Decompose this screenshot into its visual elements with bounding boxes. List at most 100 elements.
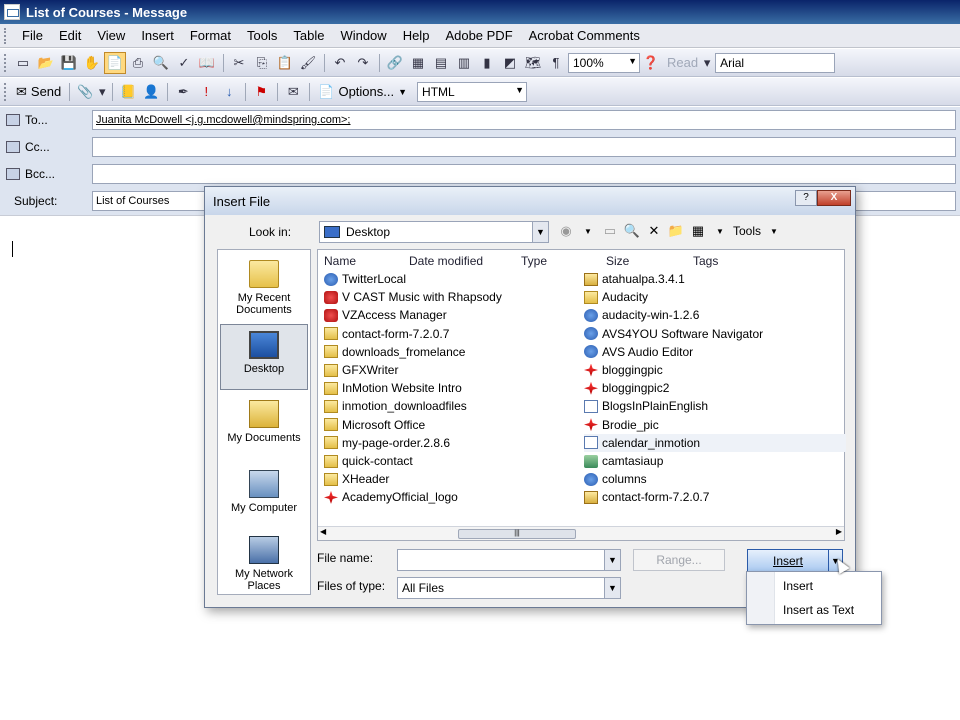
cc-field[interactable] <box>92 137 956 157</box>
redo-icon[interactable]: ↷ <box>352 52 374 74</box>
place-desktop[interactable]: Desktop <box>220 324 308 390</box>
file-item[interactable]: Microsoft Office <box>324 416 425 434</box>
print-icon[interactable]: ⎙ <box>127 52 149 74</box>
delete-icon[interactable]: ✕ <box>645 222 663 240</box>
document-map-icon[interactable]: 🗺 <box>522 52 544 74</box>
signature-icon[interactable]: ✒ <box>172 81 194 103</box>
check-names-icon[interactable]: 👤 <box>140 81 162 103</box>
research-icon[interactable]: 📖 <box>196 52 218 74</box>
toolbar-grip[interactable] <box>4 53 8 72</box>
file-item[interactable]: my-page-order.2.8.6 <box>324 434 450 452</box>
file-item[interactable]: camtasiaup <box>584 452 663 470</box>
menu-view[interactable]: View <box>89 25 133 47</box>
print-preview-icon[interactable]: 🔍 <box>150 52 172 74</box>
file-item[interactable]: AVS4YOU Software Navigator <box>584 325 763 343</box>
menu-format[interactable]: Format <box>182 25 239 47</box>
toolbar-grip[interactable] <box>4 27 8 44</box>
importance-low-icon[interactable]: ↓ <box>218 81 240 103</box>
file-item[interactable]: contact-form-7.2.0.7 <box>324 325 449 343</box>
file-item[interactable]: Brodie_pic <box>584 416 659 434</box>
columns-icon[interactable]: ▮ <box>476 52 498 74</box>
drawing-icon[interactable]: ◩ <box>499 52 521 74</box>
place-my-network-places[interactable]: My Network Places <box>220 530 308 596</box>
views-icon[interactable]: ▦ <box>689 222 707 240</box>
chevron-down-icon[interactable]: ▼ <box>604 578 620 598</box>
menu-acrobat-comments[interactable]: Acrobat Comments <box>521 25 648 47</box>
scrollbar-thumb[interactable]: ||| <box>458 529 576 539</box>
tools-menu[interactable]: Tools <box>733 224 761 238</box>
menu-help[interactable]: Help <box>395 25 438 47</box>
envelope-icon[interactable]: ✉ <box>282 81 304 103</box>
file-item[interactable]: BlogsInPlainEnglish <box>584 397 708 415</box>
toolbar-grip[interactable] <box>4 82 8 101</box>
font-combo[interactable]: Arial <box>715 52 836 73</box>
copy-icon[interactable]: ⎘ <box>251 52 273 74</box>
paste-icon[interactable]: 📋 <box>274 52 296 74</box>
file-item[interactable]: audacity-win-1.2.6 <box>584 306 699 324</box>
chevron-down-icon[interactable]: ▾ <box>97 81 107 103</box>
scroll-left-icon[interactable]: ◀ <box>320 527 326 536</box>
tables-borders-icon[interactable]: ▦ <box>407 52 429 74</box>
file-item[interactable]: calendar_inmotion <box>584 433 846 452</box>
menu-file[interactable]: File <box>14 25 51 47</box>
column-header-type[interactable]: Type <box>521 254 547 268</box>
file-item[interactable]: columns <box>584 470 647 488</box>
column-header-name[interactable]: Name <box>324 254 356 268</box>
file-item[interactable]: InMotion Website Intro <box>324 379 462 397</box>
help-icon[interactable]: ❓ <box>640 52 662 74</box>
place-my-documents[interactable]: My Documents <box>220 394 308 460</box>
file-item[interactable]: GFXWriter <box>324 361 398 379</box>
file-item[interactable]: bloggingpic2 <box>584 379 669 397</box>
place-my-recent-documents[interactable]: My Recent Documents <box>220 254 308 320</box>
file-item[interactable]: AcademyOfficial_logo <box>324 488 458 506</box>
file-item[interactable]: atahualpa.3.4.1 <box>584 270 685 288</box>
bcc-field[interactable] <box>92 164 956 184</box>
insert-button-label[interactable]: Insert <box>748 554 828 568</box>
range-button[interactable]: Range... <box>633 549 725 571</box>
menu-table[interactable]: Table <box>285 25 332 47</box>
back-icon[interactable]: ◉ <box>557 222 575 240</box>
new-icon[interactable]: ▭ <box>12 52 34 74</box>
spelling-icon[interactable]: ✓ <box>173 52 195 74</box>
cc-button[interactable]: Cc... <box>6 137 88 157</box>
help-button[interactable]: ? <box>795 190 817 206</box>
up-folder-icon[interactable]: ▭ <box>601 222 619 240</box>
files-of-type-combo[interactable]: All Files ▼ <box>397 577 621 599</box>
file-item[interactable]: AVS Audio Editor <box>584 343 693 361</box>
cut-icon[interactable]: ✂ <box>228 52 250 74</box>
chevron-down-icon[interactable]: ▼ <box>532 222 548 242</box>
scroll-right-icon[interactable]: ▶ <box>836 527 842 536</box>
file-item[interactable]: contact-form-7.2.0.7 <box>584 488 709 506</box>
file-item[interactable]: inmotion_downloadfiles <box>324 397 467 415</box>
menu-item-insert[interactable]: Insert <box>747 574 881 598</box>
flag-icon[interactable]: ⚑ <box>250 81 272 103</box>
insert-excel-icon[interactable]: ▥ <box>453 52 475 74</box>
send-button[interactable]: ✉ Send <box>12 84 65 100</box>
insert-table-icon[interactable]: ▤ <box>430 52 452 74</box>
look-in-combo[interactable]: Desktop ▼ <box>319 221 549 243</box>
column-header-tags[interactable]: Tags <box>693 254 718 268</box>
open-folder-icon[interactable]: 📂 <box>35 52 57 74</box>
file-name-input[interactable]: ▼ <box>397 549 621 571</box>
menu-insert[interactable]: Insert <box>133 25 182 47</box>
pilcrow-icon[interactable]: ¶ <box>545 52 567 74</box>
menu-item-insert-as-text[interactable]: Insert as Text <box>747 598 881 622</box>
file-item[interactable]: quick-contact <box>324 452 413 470</box>
chevron-down-icon[interactable]: ▼ <box>579 222 597 240</box>
column-header-size[interactable]: Size <box>606 254 629 268</box>
chevron-down-icon[interactable]: ▼ <box>711 222 729 240</box>
permission-icon[interactable]: ✋ <box>81 52 103 74</box>
file-item[interactable]: downloads_fromelance <box>324 343 465 361</box>
file-item[interactable]: VZAccess Manager <box>324 306 447 324</box>
menu-edit[interactable]: Edit <box>51 25 89 47</box>
to-button[interactable]: To... <box>6 110 88 130</box>
chevron-down-icon[interactable]: ▼ <box>604 550 620 570</box>
save-icon[interactable]: 💾 <box>58 52 80 74</box>
menu-tools[interactable]: Tools <box>239 25 285 47</box>
importance-high-icon[interactable]: ! <box>195 81 217 103</box>
new-folder-icon[interactable]: 📁 <box>667 222 685 240</box>
format-painter-icon[interactable]: 🖌 <box>297 52 319 74</box>
address-book-icon[interactable]: 📒 <box>117 81 139 103</box>
column-header-date-modified[interactable]: Date modified <box>409 254 483 268</box>
menu-adobe-pdf[interactable]: Adobe PDF <box>437 25 520 47</box>
